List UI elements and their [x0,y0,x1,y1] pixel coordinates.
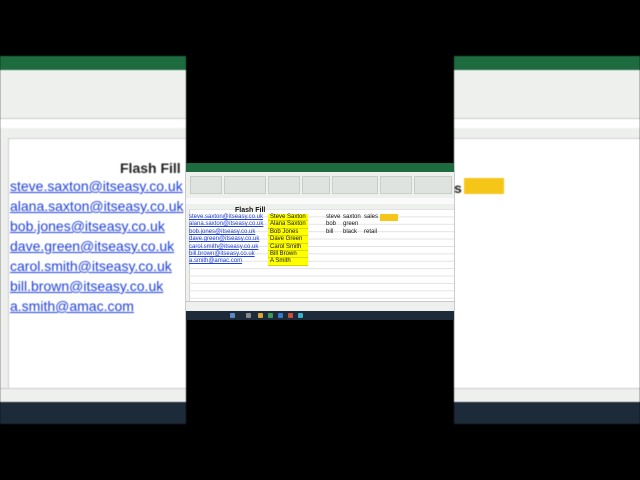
email-cell[interactable]: steve.saxton@itseasy.co.uk [189,214,263,221]
sheet-tabs[interactable] [454,388,640,403]
ribbon-group[interactable] [332,176,378,194]
column-header [0,128,186,139]
email-link[interactable]: alana.saxton@itseasy.co.uk [10,196,184,216]
ribbon-group[interactable] [268,176,300,194]
sheet-tabs[interactable] [0,388,186,403]
name-cell[interactable]: A Smith [268,258,308,266]
data-cell[interactable]: retail [364,229,378,236]
name-cell[interactable]: Dave Green [268,236,308,244]
search-icon[interactable] [246,313,251,318]
data-cell[interactable]: black [343,229,361,236]
name-column: Steve Saxton Alana Saxton Bob Jones Dave… [268,214,308,266]
row-header [0,138,9,388]
sheet-title: Flash Fill [235,207,266,214]
data-cell[interactable]: bob [326,221,340,228]
taskbar [186,311,454,320]
email-column: steve.saxton@itseasy.co.uk alana.saxton@… [189,214,263,266]
name-cell[interactable]: Carol Smith [268,244,308,251]
ribbon-group[interactable] [190,176,222,194]
data-cell[interactable]: saxton [343,214,361,221]
highlighted-cell[interactable] [380,214,398,221]
email-link[interactable]: steve.saxton@itseasy.co.uk [10,176,184,196]
sheet-title: Flash Fill [120,160,181,176]
data-cell[interactable]: sales [364,214,378,221]
data-cell[interactable]: bill [326,229,340,236]
ribbon [186,172,454,199]
email-link[interactable]: a.smith@amac.com [10,296,184,316]
title-bar [454,56,640,70]
column-header [454,128,640,139]
name-cell[interactable]: Bob Jones [268,229,308,237]
taskbar [454,402,640,424]
name-cell[interactable]: Bill Brown [268,251,308,259]
right-zoom-panel: s [454,56,640,424]
email-cell[interactable]: a.smith@amac.com [189,258,263,265]
split-column-2: saxton green black [343,214,361,236]
email-link[interactable]: bob.jones@itseasy.co.uk [10,216,184,236]
email-link[interactable]: carol.smith@itseasy.co.uk [10,256,184,276]
split-column-1: steve bob bill [326,214,340,236]
email-link[interactable]: dave.green@itseasy.co.uk [10,236,184,256]
name-cell[interactable]: Alana Saxton [268,221,308,229]
app-icon[interactable] [288,313,293,318]
email-link[interactable]: bill.brown@itseasy.co.uk [10,276,184,296]
partial-cell-text: s [454,180,462,196]
data-cell[interactable] [364,221,378,228]
app-icon[interactable] [298,313,303,318]
ribbon-group[interactable] [302,176,330,194]
folder-icon[interactable] [258,313,263,318]
title-bar [186,163,454,172]
excel-window: Flash Fill steve.saxton@itseasy.co.uk al… [186,163,454,320]
email-cell[interactable]: bob.jones@itseasy.co.uk [189,229,263,236]
email-cell[interactable]: alana.saxton@itseasy.co.uk [189,221,263,228]
data-cell[interactable]: green [343,221,361,228]
ribbon-group[interactable] [224,176,266,194]
email-cell[interactable]: dave.green@itseasy.co.uk [189,236,263,243]
left-zoom-panel: Flash Fill steve.saxton@itseasy.co.uk al… [0,56,186,424]
app-icon[interactable] [278,313,283,318]
title-bar [0,56,186,70]
ribbon-group[interactable] [414,176,452,194]
start-icon[interactable] [230,313,235,318]
email-cell[interactable]: carol.smith@itseasy.co.uk [189,244,263,251]
ribbon-group[interactable] [380,176,412,194]
split-column-3: sales retail [364,214,378,236]
name-cell[interactable]: Steve Saxton [268,214,308,222]
taskbar [0,402,186,424]
excel-app-icon[interactable] [268,313,273,318]
email-list: steve.saxton@itseasy.co.uk alana.saxton@… [10,176,184,316]
highlighted-cell[interactable] [464,178,504,194]
data-cell[interactable]: steve [326,214,340,221]
email-cell[interactable]: bill.brown@itseasy.co.uk [189,251,263,258]
